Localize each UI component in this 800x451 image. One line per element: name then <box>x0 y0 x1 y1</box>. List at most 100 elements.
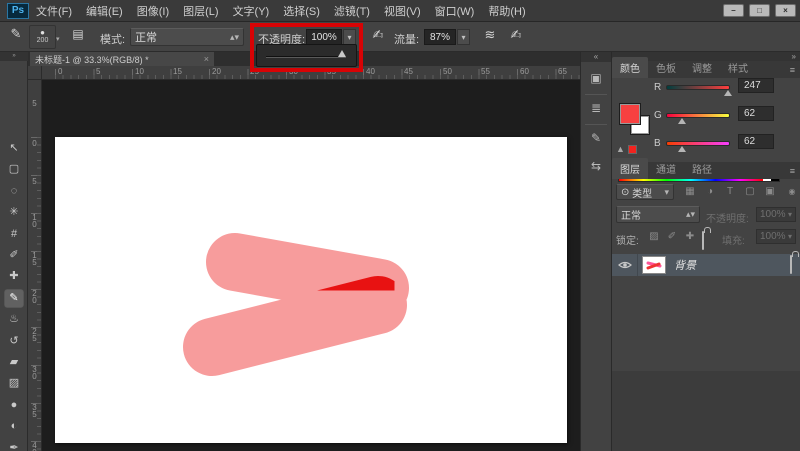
lock-pixels-icon[interactable]: ✐ <box>664 229 680 245</box>
tool-history-brush[interactable]: ↺ <box>4 332 24 351</box>
tool-dodge[interactable]: ◐ <box>4 417 24 436</box>
canvas-pasteboard[interactable] <box>42 80 580 451</box>
gamut-color-swatch[interactable] <box>628 145 637 154</box>
opacity-field[interactable]: 100% <box>306 29 342 45</box>
filter-type-layers-icon[interactable]: T <box>722 184 738 200</box>
vertical-ruler[interactable]: 5 0 5 10 15 20 25 30 35 40 <box>28 80 42 451</box>
layer-filter-dropdown[interactable]: ⊙ 类型 ▾ <box>616 184 674 200</box>
opacity-slider-thumb[interactable] <box>338 50 346 57</box>
menu-image[interactable]: 图像(I) <box>137 3 169 19</box>
document-tab-title: 未标题-1 @ 33.3%(RGB/8) * <box>35 53 149 66</box>
tool-eyedropper[interactable]: ✐ <box>4 246 24 265</box>
opacity-slider-track[interactable] <box>266 56 346 58</box>
document-canvas[interactable] <box>55 137 567 443</box>
menu-help[interactable]: 帮助(H) <box>488 3 525 19</box>
channel-b-thumb[interactable] <box>678 146 686 152</box>
foreground-color-swatch[interactable] <box>620 104 640 124</box>
channel-b-slider[interactable] <box>666 141 730 146</box>
layer-opacity-field[interactable]: 100% ▾ <box>756 207 796 222</box>
toolbar-collapse-icon[interactable]: » <box>0 52 28 61</box>
channel-b-value[interactable]: 62 <box>738 134 774 149</box>
layer-row-background[interactable]: 背景 <box>612 254 800 276</box>
blend-mode-dropdown[interactable]: 正常 ▴▾ <box>130 28 244 46</box>
menu-view[interactable]: 视图(V) <box>384 3 421 19</box>
menu-type[interactable]: 文字(Y) <box>233 3 270 19</box>
minimize-button[interactable]: – <box>723 4 744 17</box>
menu-select[interactable]: 选择(S) <box>283 3 320 19</box>
pressure-size-icon[interactable]: ✍ <box>506 27 526 47</box>
document-tab[interactable]: 未标题-1 @ 33.3%(RGB/8) * × <box>30 52 214 66</box>
gamut-warning-icon[interactable]: ▲ <box>616 144 625 154</box>
layer-lock-icon <box>790 256 792 274</box>
filter-adjustment-layers-icon[interactable]: ◑ <box>702 184 718 200</box>
menu-layer[interactable]: 图层(L) <box>183 3 218 19</box>
dock-expand-icon[interactable]: « <box>581 52 611 62</box>
layer-name[interactable]: 背景 <box>674 257 696 273</box>
tool-gradient[interactable]: ▨ <box>4 374 24 393</box>
channel-r-value[interactable]: 247 <box>738 78 774 93</box>
tool-pen[interactable]: ✒ <box>4 439 24 451</box>
filter-smart-objects-icon[interactable]: ▣ <box>762 184 778 200</box>
layer-thumbnail[interactable] <box>642 256 666 274</box>
lock-transparency-icon[interactable]: ▨ <box>646 229 662 245</box>
flow-field[interactable]: 87% <box>424 29 456 45</box>
brush-preset-picker[interactable]: ● 200 <box>29 25 56 49</box>
brush-panel-icon[interactable]: ✎ <box>586 128 606 148</box>
horizontal-ruler[interactable]: 0 5 10 15 20 25 30 35 40 45 50 55 60 65 <box>42 66 580 80</box>
opacity-dropdown-arrow[interactable]: ▾ <box>343 29 356 45</box>
toggle-brush-panel-icon[interactable]: ▤ <box>68 27 88 47</box>
ruler-label: 0 <box>30 139 39 146</box>
tab-styles[interactable]: 样式 <box>720 57 756 78</box>
tool-brush[interactable]: ✎ <box>4 289 24 308</box>
filter-pixel-layers-icon[interactable]: ▦ <box>682 184 698 200</box>
ruler-origin-corner[interactable] <box>28 66 42 80</box>
channel-g-thumb[interactable] <box>678 118 686 124</box>
tool-crop[interactable]: # <box>4 225 24 244</box>
tool-eraser[interactable]: ▰ <box>4 353 24 372</box>
menu-filter[interactable]: 滤镜(T) <box>334 3 370 19</box>
tab-layers[interactable]: 图层 <box>612 158 648 179</box>
history-panel-icon[interactable]: ▣ <box>586 68 606 88</box>
tool-quick-selection[interactable]: ✳ <box>4 203 24 222</box>
panel-menu-icon[interactable]: ≡ <box>785 62 800 78</box>
filter-shape-layers-icon[interactable]: ▢ <box>742 184 758 200</box>
channel-g-slider[interactable] <box>666 113 730 118</box>
tab-adjustments[interactable]: 调整 <box>684 57 720 78</box>
layer-blend-mode-dropdown[interactable]: 正常 ▴▾ <box>616 206 700 223</box>
airbrush-icon[interactable]: ≋ <box>480 27 500 47</box>
clone-source-panel-icon[interactable]: ⇆ <box>586 156 606 176</box>
tab-channels[interactable]: 通道 <box>648 158 684 179</box>
properties-panel-icon[interactable]: ≣ <box>586 98 606 118</box>
channel-g-value[interactable]: 62 <box>738 106 774 121</box>
tool-lasso[interactable]: ◌ <box>4 182 24 201</box>
opacity-slider-popup <box>256 44 357 67</box>
brush-preset-arrow[interactable]: ▾ <box>56 35 60 43</box>
menu-edit[interactable]: 编辑(E) <box>86 3 123 19</box>
menu-window[interactable]: 窗口(W) <box>435 3 475 19</box>
channel-r-thumb[interactable] <box>724 90 732 96</box>
close-button[interactable]: × <box>775 4 796 17</box>
lock-position-icon[interactable]: ✚ <box>682 229 698 245</box>
pressure-opacity-icon[interactable]: ✍ <box>368 27 388 47</box>
lock-all-icon[interactable] <box>702 232 704 250</box>
tool-clone-stamp[interactable]: ♨ <box>4 310 24 329</box>
brush-tool-preset-icon[interactable]: ✎ <box>5 26 27 48</box>
menu-file[interactable]: 文件(F) <box>36 3 72 19</box>
tool-blur[interactable]: ● <box>4 396 24 415</box>
dock-collapse-icon[interactable]: » <box>792 52 796 61</box>
filter-toggle-icon[interactable]: ◉ <box>784 184 800 200</box>
fill-field[interactable]: 100% ▾ <box>756 229 796 244</box>
tool-spot-healing[interactable]: ✚ <box>4 267 24 286</box>
panel-menu-icon[interactable]: ≡ <box>785 163 800 179</box>
flow-dropdown-arrow[interactable]: ▾ <box>457 29 470 45</box>
tab-swatches[interactable]: 色板 <box>648 57 684 78</box>
layer-filter-value: 类型 <box>632 185 652 200</box>
tool-rectangular-marquee[interactable]: ▢ <box>4 160 24 179</box>
tab-color[interactable]: 颜色 <box>612 57 648 78</box>
maximize-button[interactable]: □ <box>749 4 770 17</box>
tool-move[interactable]: ↖ <box>4 139 24 158</box>
tab-close-icon[interactable]: × <box>204 54 209 64</box>
channel-r-slider[interactable] <box>666 85 730 90</box>
layer-visibility-eye-icon[interactable] <box>618 260 632 270</box>
tab-paths[interactable]: 路径 <box>684 158 720 179</box>
